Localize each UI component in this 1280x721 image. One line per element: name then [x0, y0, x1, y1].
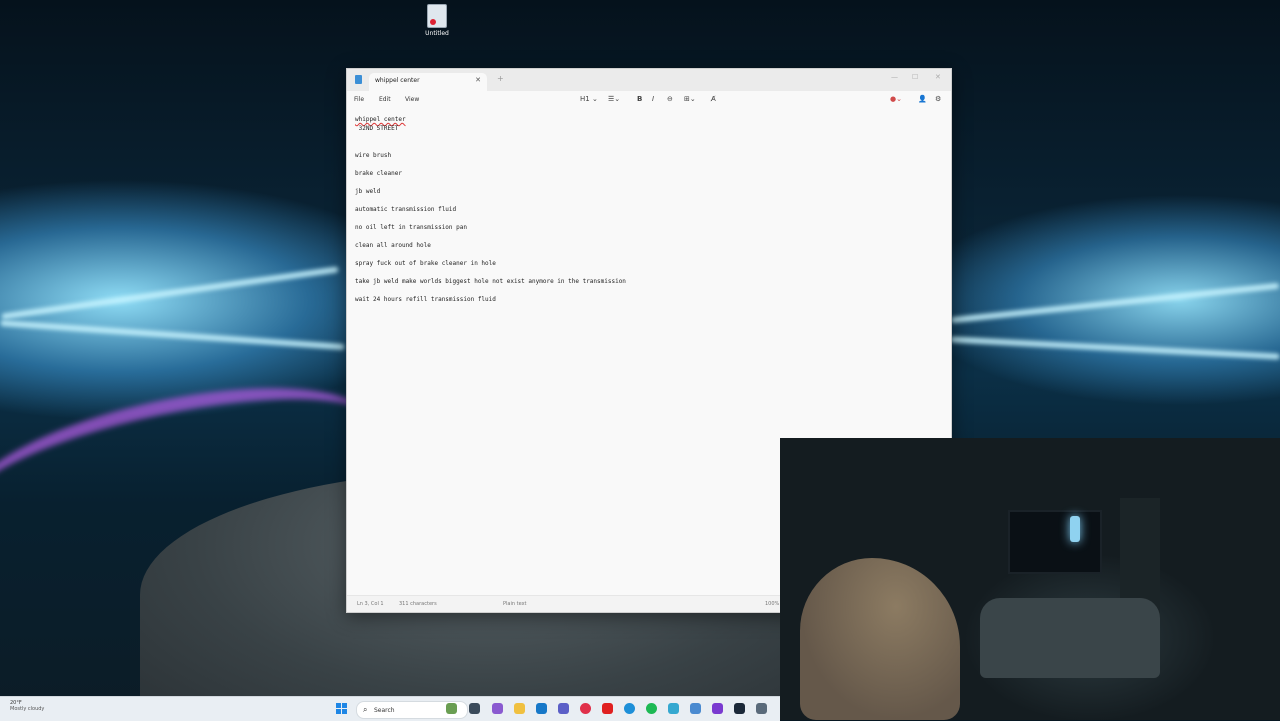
- editor-line: automatic transmission fluid: [355, 206, 457, 213]
- wallpaper-light-streak: [950, 282, 1280, 324]
- editor-line: wait 24 hours refill transmission fluid: [355, 296, 496, 303]
- editor-line: clean all around hole: [355, 242, 431, 249]
- editor-line: take jb weld make worlds biggest hole no…: [355, 278, 626, 285]
- heading-select[interactable]: H1 ⌄: [580, 95, 598, 103]
- copilot-icon[interactable]: ●⌄: [890, 95, 902, 103]
- app-icon[interactable]: [668, 703, 679, 714]
- file-explorer-icon[interactable]: [514, 703, 525, 714]
- youtube-icon[interactable]: [602, 703, 613, 714]
- start-button[interactable]: [336, 703, 347, 714]
- text-format[interactable]: Plain text: [503, 601, 526, 607]
- wallpaper-light-streak: [1, 266, 339, 320]
- teams-icon[interactable]: [558, 703, 569, 714]
- discord-icon[interactable]: [712, 703, 723, 714]
- webcam-bed: [980, 598, 1160, 678]
- spotify-icon[interactable]: [646, 703, 657, 714]
- task-view-icon[interactable]: [469, 703, 480, 714]
- editor-line: jb weld: [355, 188, 381, 195]
- editor-line: whippel center: [355, 116, 406, 123]
- title-bar[interactable]: whippel center ✕ + — ☐ ✕: [347, 69, 951, 91]
- close-window-icon[interactable]: ✕: [935, 73, 941, 81]
- menu-view[interactable]: View: [405, 96, 419, 103]
- notepad-app-icon: [355, 75, 362, 84]
- tab-title: whippel center: [375, 77, 420, 84]
- desktop-icon-label: Untitled: [425, 30, 449, 37]
- new-tab-icon[interactable]: +: [497, 74, 504, 83]
- webcam-cloth: [800, 558, 960, 720]
- account-icon[interactable]: 👤: [918, 95, 927, 103]
- notepad-file-icon: [427, 4, 447, 28]
- weather-desc: Mostly cloudy: [10, 706, 45, 712]
- notepad-taskbar-icon[interactable]: [690, 703, 701, 714]
- steam-icon[interactable]: [734, 703, 745, 714]
- windows-logo-icon: [336, 709, 341, 714]
- webcam-light: [1070, 516, 1080, 542]
- link-icon[interactable]: ⊖: [667, 95, 673, 103]
- settings-icon[interactable]: ⚙: [935, 95, 941, 103]
- clear-format-icon[interactable]: A̸: [711, 95, 716, 103]
- bold-icon[interactable]: B: [637, 95, 642, 103]
- windows-logo-icon: [342, 709, 347, 714]
- list-icon[interactable]: ☰⌄: [608, 95, 620, 103]
- editor-line: spray fuck out of brake cleaner in hole: [355, 260, 496, 267]
- taskbar: 20°F Mostly cloudy ⌕ Search: [0, 696, 780, 721]
- editor-line-text: whippel center: [355, 116, 406, 123]
- weather-widget[interactable]: 20°F Mostly cloudy: [10, 700, 44, 712]
- editor-line: brake cleaner: [355, 170, 402, 177]
- calculator-icon[interactable]: [756, 703, 767, 714]
- webcam-overlay: [780, 438, 1280, 720]
- maximize-icon[interactable]: ☐: [912, 73, 918, 81]
- menu-edit[interactable]: Edit: [379, 96, 391, 103]
- desktop-icon-untitled[interactable]: Untitled: [420, 4, 454, 37]
- close-tab-icon[interactable]: ✕: [475, 76, 481, 84]
- wallpaper-light-streak: [0, 319, 345, 351]
- editor-line: no oil left in transmission pan: [355, 224, 467, 231]
- italic-icon[interactable]: I: [652, 95, 654, 103]
- editor-line: wire brush: [355, 152, 392, 159]
- table-icon[interactable]: ⊞⌄: [684, 95, 696, 103]
- wallpaper-light-streak: [950, 336, 1280, 360]
- widgets-icon[interactable]: [446, 703, 457, 714]
- opera-icon[interactable]: [580, 703, 591, 714]
- zoom-level[interactable]: 100%: [765, 601, 779, 607]
- search-icon: ⌕: [363, 705, 368, 714]
- webcam-tv: [1008, 510, 1102, 574]
- edge-icon[interactable]: [624, 703, 635, 714]
- tab-whippel-center[interactable]: whippel center ✕: [369, 73, 487, 91]
- editor-line: 32ND STREET: [355, 125, 399, 132]
- minimize-icon[interactable]: —: [891, 73, 898, 81]
- store-icon[interactable]: [536, 703, 547, 714]
- windows-logo-icon: [342, 703, 347, 708]
- search-placeholder: Search: [374, 707, 395, 714]
- windows-logo-icon: [336, 703, 341, 708]
- cursor-position: Ln 3, Col 1: [357, 601, 384, 607]
- copilot-taskbar-icon[interactable]: [492, 703, 503, 714]
- heading-select-value: H1: [580, 95, 590, 103]
- character-count: 311 characters: [399, 601, 437, 607]
- menu-file[interactable]: File: [354, 96, 364, 103]
- menu-bar: File Edit View H1 ⌄ ☰⌄ B I ⊖ ⊞⌄ A̸ ●⌄ 👤 …: [347, 91, 951, 109]
